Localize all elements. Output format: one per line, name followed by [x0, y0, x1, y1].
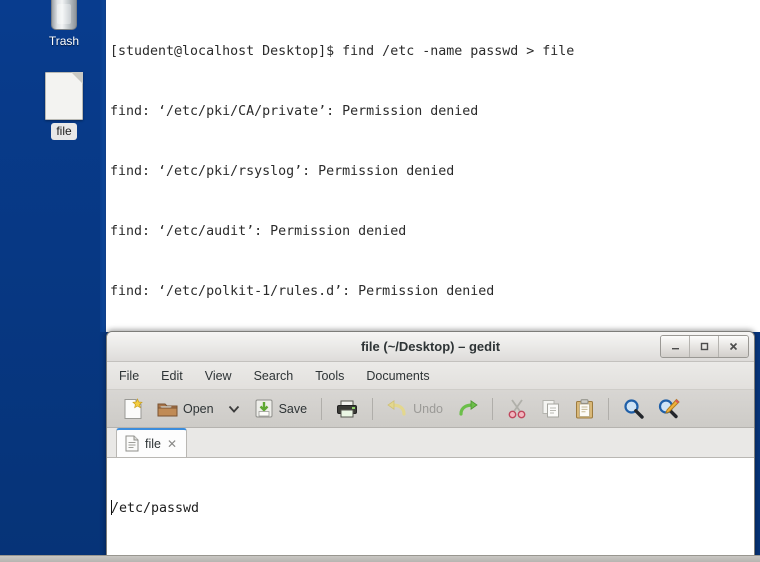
cut-button[interactable] — [501, 394, 533, 424]
find-replace-icon — [658, 398, 680, 419]
gedit-title: file (~/Desktop) – gedit — [360, 339, 501, 354]
terminal-line: find: ‘/etc/polkit-1/rules.d’: Permissio… — [110, 284, 495, 299]
file-icon — [125, 435, 139, 452]
menu-edit[interactable]: Edit — [161, 368, 183, 384]
desktop-icon-file-label: file — [51, 123, 77, 140]
paste-icon — [575, 398, 593, 418]
desktop-bottom-panel — [0, 555, 760, 562]
undo-button[interactable]: Undo — [381, 394, 449, 424]
search-icon — [624, 399, 644, 419]
gedit-editor-area[interactable]: /etc/passwd /etc/pam.d/passwd http://blo… — [107, 458, 754, 562]
save-button-label: Save — [278, 401, 308, 416]
new-document-icon — [124, 397, 143, 419]
toolbar-separator — [491, 397, 493, 420]
gedit-titlebar[interactable]: file (~/Desktop) – gedit — [107, 332, 754, 362]
gedit-tabstrip: file ✕ — [107, 428, 754, 458]
desktop-icon-file[interactable]: file — [28, 72, 100, 140]
paste-button[interactable] — [569, 394, 600, 424]
save-icon — [255, 399, 273, 418]
document-tab-file[interactable]: file ✕ — [116, 428, 188, 457]
close-icon — [729, 342, 738, 351]
close-button[interactable] — [719, 336, 748, 357]
document-tab-close-icon[interactable]: ✕ — [167, 438, 177, 450]
find-button[interactable] — [617, 394, 650, 424]
document-icon — [45, 72, 83, 120]
gedit-toolbar: Open Save Undo — [107, 390, 754, 428]
terminal-window[interactable]: [student@localhost Desktop]$ find /etc -… — [100, 0, 760, 332]
copy-icon — [542, 399, 559, 417]
menu-search[interactable]: Search — [254, 368, 294, 384]
editor-line: /etc/passwd — [111, 499, 754, 518]
copy-button[interactable] — [535, 394, 567, 424]
replace-button[interactable] — [652, 394, 686, 424]
menu-documents[interactable]: Documents — [366, 368, 429, 384]
open-folder-icon — [157, 403, 178, 416]
terminal-output: [student@localhost Desktop]$ find /etc -… — [110, 2, 760, 332]
maximize-button[interactable] — [690, 336, 719, 357]
toolbar-separator — [607, 397, 609, 420]
print-icon — [337, 400, 358, 417]
terminal-line: find: ‘/etc/audit’: Permission denied — [110, 224, 407, 239]
redo-icon — [459, 399, 478, 416]
menu-file[interactable]: File — [119, 368, 139, 384]
save-button[interactable]: Save — [248, 394, 314, 424]
trash-icon — [47, 0, 81, 30]
print-button[interactable] — [330, 394, 364, 424]
toolbar-separator — [372, 397, 374, 420]
undo-icon — [387, 399, 406, 416]
undo-button-label: Undo — [413, 401, 443, 416]
terminal-left-strip — [100, 0, 106, 332]
open-button-label: Open — [183, 401, 214, 416]
gedit-menubar: File Edit View Search Tools Documents — [107, 362, 754, 390]
scissors-icon — [508, 398, 526, 418]
window-controls — [660, 335, 749, 358]
desktop-root: Trash file [student@localhost Desktop]$ … — [0, 0, 760, 562]
chevron-down-icon — [228, 405, 239, 413]
desktop-icon-trash[interactable]: Trash — [28, 0, 100, 50]
desktop-icon-trash-label: Trash — [48, 34, 80, 48]
terminal-line: find: ‘/etc/pki/rsyslog’: Permission den… — [110, 164, 455, 179]
menu-tools[interactable]: Tools — [315, 368, 344, 384]
maximize-icon — [700, 342, 708, 351]
toolbar-separator — [321, 397, 323, 420]
gedit-window[interactable]: file (~/Desktop) – gedit File Edit View … — [106, 331, 755, 562]
open-button[interactable]: Open — [151, 394, 220, 424]
redo-button[interactable] — [451, 394, 484, 424]
menu-view[interactable]: View — [205, 368, 232, 384]
document-tab-label: file — [145, 436, 161, 451]
editor-line-text: /etc/passwd — [111, 501, 200, 516]
minimize-button[interactable] — [661, 336, 690, 357]
minimize-icon — [671, 348, 679, 350]
terminal-line: find: ‘/etc/pki/CA/private’: Permission … — [110, 104, 479, 119]
new-document-button[interactable] — [117, 394, 149, 424]
terminal-prompt-line: [student@localhost Desktop]$ find /etc -… — [110, 44, 575, 59]
open-dropdown-button[interactable] — [222, 394, 246, 424]
